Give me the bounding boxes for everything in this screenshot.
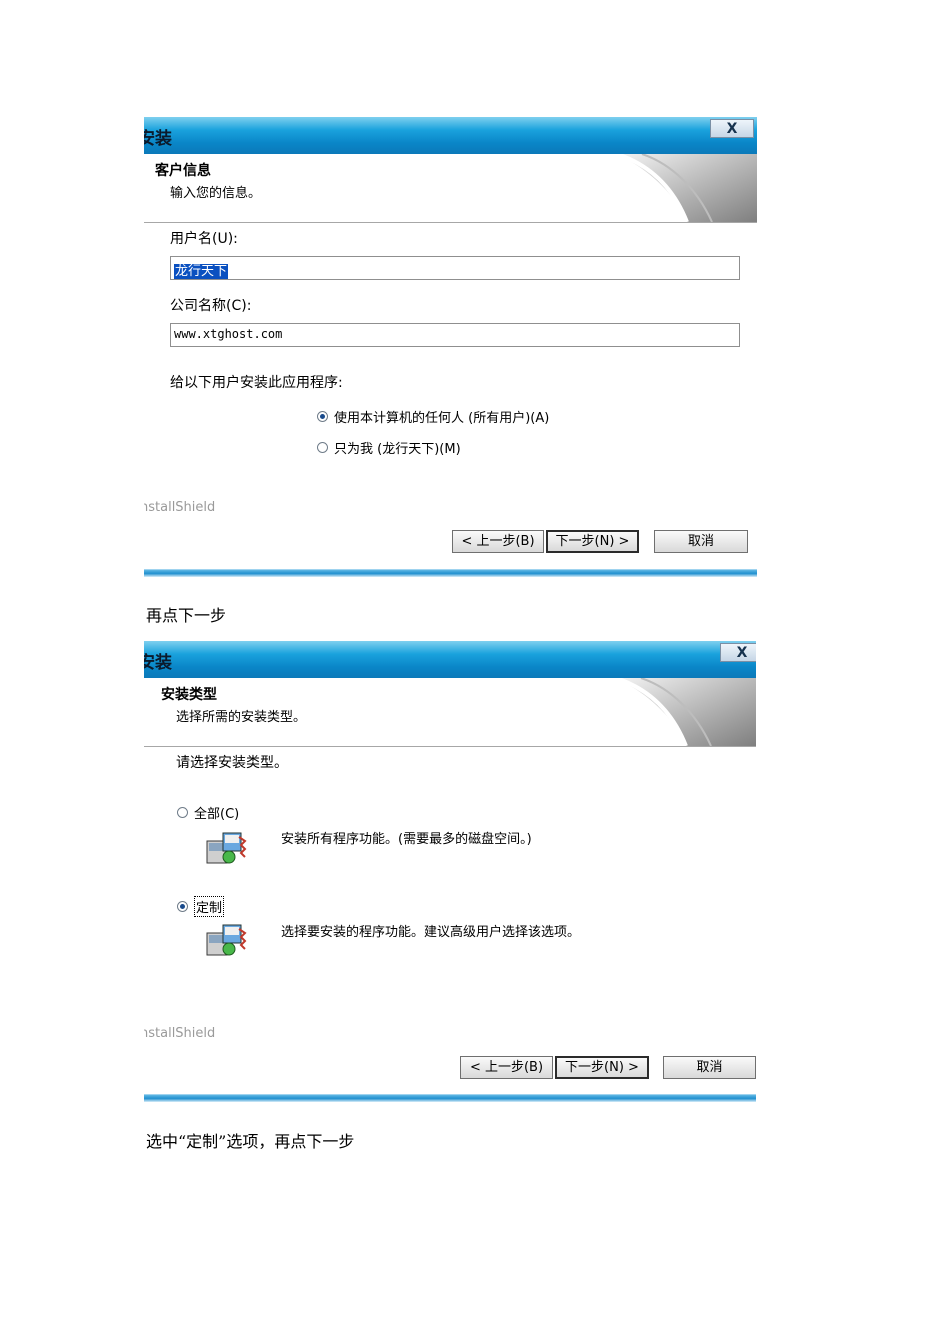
back-button[interactable]: < 上一步(B)	[452, 530, 544, 553]
radio-custom-label: 定制	[194, 896, 225, 917]
radio-all-users[interactable]: 使用本计算机的任何人 (所有用户)(A)	[317, 407, 549, 426]
setup-type-dialog: 安装 X 安装类型 选择所需的安装类型。 请选择安装类型。 全部(C) 安装所有…	[144, 641, 756, 1102]
caption-select-custom: 选中“定制”选项，再点下一步	[146, 1132, 355, 1151]
complete-description: 安装所有程序功能。(需要最多的磁盘空间。)	[281, 832, 532, 847]
header-title: 客户信息	[155, 163, 211, 179]
customer-info-dialog: 安装 X 客户信息 输入您的信息。 用户名(U): 龙行天下 公司名称(C): …	[144, 117, 757, 577]
username-label: 用户名(U):	[170, 231, 238, 247]
window-title: 安装	[144, 129, 172, 149]
company-field[interactable]: www.xtghost.com	[170, 323, 740, 347]
username-value: 龙行天下	[174, 264, 229, 279]
title-bar[interactable]: 安装 X	[144, 117, 757, 154]
close-button[interactable]: X	[720, 643, 756, 662]
caption-next-step: 再点下一步	[146, 606, 227, 625]
radio-unselected-icon	[177, 807, 188, 818]
radio-selected-icon	[317, 411, 328, 422]
page-curl-graphic	[617, 154, 757, 222]
radio-selected-icon	[177, 901, 188, 912]
title-bar[interactable]: 安装 X	[144, 641, 756, 678]
dialog-body: 请选择安装类型。 全部(C) 安装所有程序功能。(需要最多的磁盘空间。) 定制	[144, 747, 756, 1102]
header-subtitle: 选择所需的安装类型。	[176, 710, 307, 725]
page-curl-graphic	[616, 678, 756, 746]
dialog-body: 用户名(U): 龙行天下 公司名称(C): www.xtghost.com 给以…	[144, 223, 757, 577]
radio-unselected-icon	[317, 442, 328, 453]
dialog-header: 安装类型 选择所需的安装类型。	[144, 678, 756, 747]
setup-complete-icon	[206, 832, 247, 864]
installshield-brand: nstallShield	[144, 500, 216, 515]
radio-custom[interactable]: 定制	[177, 896, 225, 917]
window-title: 安装	[144, 653, 172, 673]
radio-only-me-label: 只为我 (龙行天下)(M)	[334, 442, 461, 457]
bottom-bar	[144, 570, 757, 577]
setup-custom-icon	[206, 924, 247, 956]
installshield-brand: nstallShield	[144, 1026, 216, 1041]
cancel-button[interactable]: 取消	[663, 1056, 756, 1079]
bottom-bar	[144, 1095, 756, 1102]
next-button[interactable]: 下一步(N) >	[546, 530, 639, 553]
setup-type-prompt: 请选择安装类型。	[176, 755, 288, 771]
radio-complete-label: 全部(C)	[194, 807, 240, 822]
company-value: www.xtghost.com	[174, 327, 283, 341]
radio-only-me[interactable]: 只为我 (龙行天下)(M)	[317, 438, 461, 457]
back-button[interactable]: < 上一步(B)	[460, 1056, 553, 1079]
install-for-label: 给以下用户安装此应用程序:	[170, 375, 343, 391]
header-title: 安装类型	[161, 687, 217, 703]
company-label: 公司名称(C):	[170, 298, 252, 314]
header-subtitle: 输入您的信息。	[170, 186, 262, 201]
dialog-header: 客户信息 输入您的信息。	[144, 154, 757, 223]
radio-complete[interactable]: 全部(C)	[177, 803, 239, 822]
next-button[interactable]: 下一步(N) >	[555, 1056, 649, 1079]
username-field[interactable]: 龙行天下	[170, 256, 740, 280]
radio-all-users-label: 使用本计算机的任何人 (所有用户)(A)	[334, 411, 550, 426]
cancel-button[interactable]: 取消	[654, 530, 748, 553]
close-button[interactable]: X	[710, 119, 754, 138]
custom-description: 选择要安装的程序功能。建议高级用户选择该选项。	[281, 925, 581, 940]
